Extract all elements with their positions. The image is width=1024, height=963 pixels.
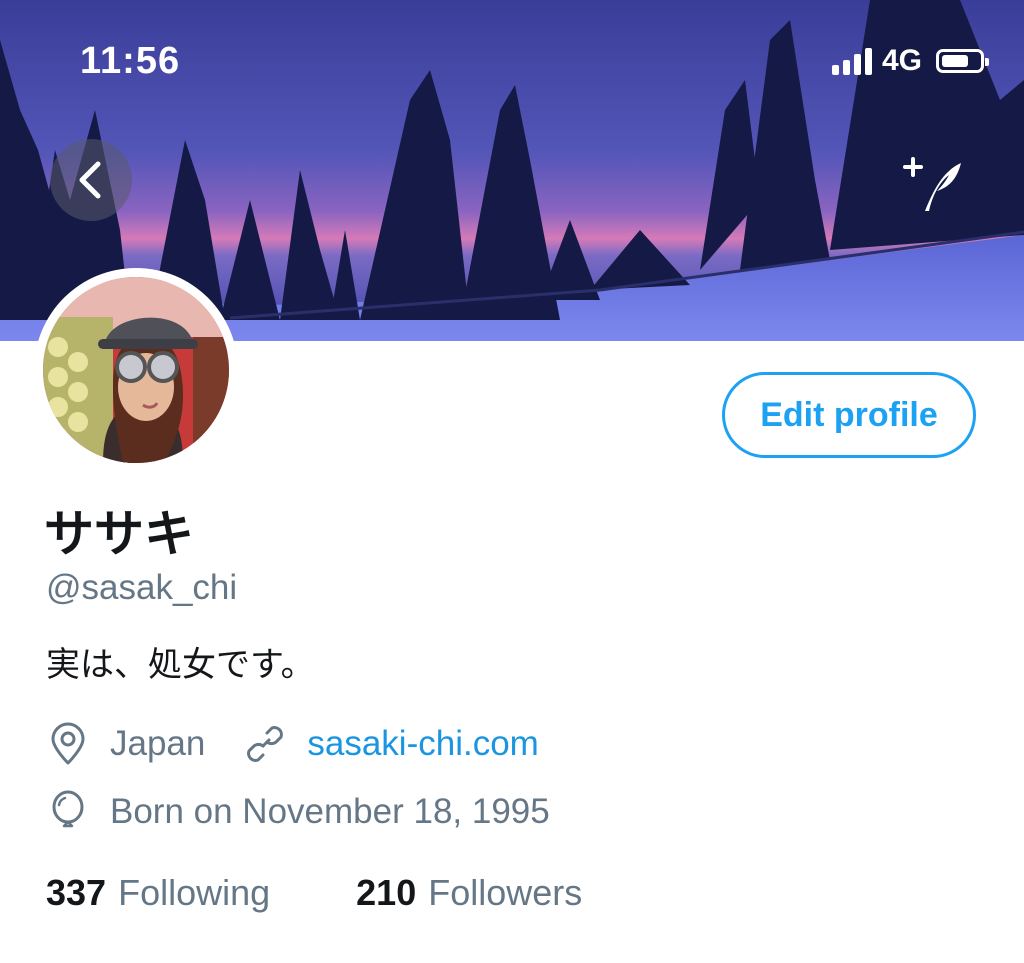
avatar-image xyxy=(43,277,229,463)
following-label: Following xyxy=(118,872,271,913)
following-count: 337 xyxy=(46,872,107,913)
following-link[interactable]: 337 Following xyxy=(46,872,270,914)
profile-location: Japan xyxy=(110,724,206,763)
signal-icon xyxy=(831,47,872,75)
balloon-icon xyxy=(46,790,90,834)
avatar[interactable] xyxy=(34,268,238,472)
follow-stats: 337 Following 210 Followers xyxy=(46,872,582,914)
profile-birthday: Born on November 18, 1995 xyxy=(110,792,550,831)
profile-name: ササキ xyxy=(44,505,194,563)
edit-profile-button[interactable]: Edit profile xyxy=(722,372,976,458)
status-indicators: 4G xyxy=(831,44,989,78)
compose-icon xyxy=(903,157,961,211)
profile-handle: @sasak_chi xyxy=(46,568,238,607)
followers-link[interactable]: 210 Followers xyxy=(356,872,582,914)
profile-website-link[interactable]: sasaki-chi.com xyxy=(307,724,538,764)
status-time: 11:56 xyxy=(80,40,181,82)
back-icon xyxy=(79,161,101,199)
battery-icon xyxy=(936,49,989,73)
location-website-row: Japan sasaki-chi.com xyxy=(46,722,539,766)
birthday-row: Born on November 18, 1995 xyxy=(46,790,550,834)
back-button[interactable] xyxy=(50,139,132,221)
location-icon xyxy=(46,722,90,766)
compose-button[interactable] xyxy=(900,150,970,220)
followers-label: Followers xyxy=(428,872,583,913)
profile-bio: 実は、処女です。 xyxy=(46,645,315,685)
followers-count: 210 xyxy=(356,872,417,913)
link-icon xyxy=(243,722,287,766)
network-type: 4G xyxy=(881,44,922,77)
